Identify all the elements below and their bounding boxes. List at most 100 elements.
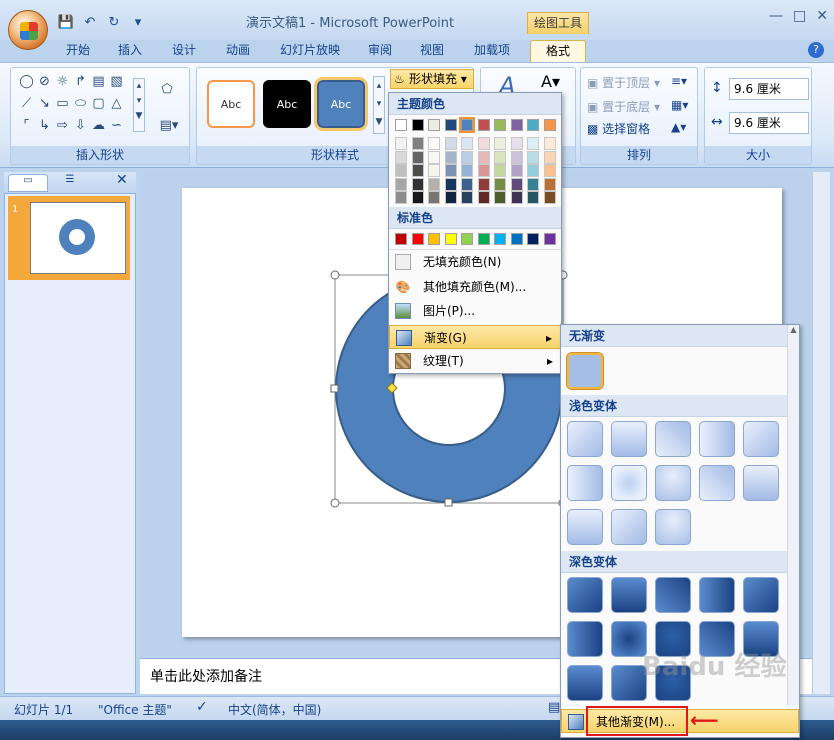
- theme-color-shade-swatch[interactable]: [461, 150, 473, 164]
- shapes-gallery-scroll[interactable]: ▴ ▾ ▼: [133, 78, 145, 132]
- theme-color-shade-swatch[interactable]: [494, 150, 506, 164]
- theme-color-swatch[interactable]: [395, 119, 407, 131]
- bring-to-front-button[interactable]: ▣ 置于顶层 ▾: [587, 74, 660, 91]
- theme-color-shade-swatch[interactable]: [395, 164, 407, 177]
- theme-color-shade-swatch[interactable]: [494, 164, 506, 177]
- gradient-dark-5[interactable]: [743, 577, 779, 613]
- theme-color-shade-swatch[interactable]: [411, 137, 424, 150]
- style-orange-outline[interactable]: Abc: [207, 80, 255, 128]
- gradient-light-5[interactable]: [743, 421, 779, 457]
- style-blue-fill[interactable]: Abc: [314, 77, 368, 131]
- gradient-light-6[interactable]: [567, 465, 603, 501]
- theme-color-shade-swatch[interactable]: [543, 150, 556, 164]
- theme-color-shade-swatch[interactable]: [444, 164, 457, 177]
- customize-qat-icon[interactable]: ▾: [128, 13, 148, 31]
- theme-color-shade-swatch[interactable]: [527, 164, 539, 177]
- theme-color-shade-swatch[interactable]: [428, 150, 440, 164]
- theme-color-shade-swatch[interactable]: [461, 137, 473, 150]
- theme-color-shade-swatch[interactable]: [444, 150, 457, 164]
- text-fill-icon[interactable]: A▾: [541, 72, 560, 91]
- textbox-insert-icon[interactable]: ▤▾: [157, 118, 181, 133]
- gradient-dark-2[interactable]: [611, 577, 647, 613]
- theme-color-shade-swatch[interactable]: [527, 137, 539, 150]
- theme-color-shade-swatch[interactable]: [428, 177, 440, 191]
- no-fill-item[interactable]: 无填充颜色(N): [389, 249, 561, 273]
- ellipse-shape-icon[interactable]: ⬭: [73, 96, 88, 111]
- elbow-arrow-shape-icon[interactable]: ↳: [37, 118, 52, 133]
- theme-color-shade-swatch[interactable]: [411, 177, 424, 191]
- styles-gallery-scroll[interactable]: ▴ ▾ ▼: [373, 76, 385, 134]
- maximize-icon[interactable]: □: [793, 8, 806, 24]
- theme-color-shade-swatch[interactable]: [428, 191, 440, 204]
- theme-color-swatch[interactable]: [527, 119, 539, 131]
- down-arrow-shape-icon[interactable]: ⇩: [73, 118, 88, 133]
- gradient-item[interactable]: 渐变(G) ▸: [389, 325, 561, 349]
- gradient-light-11[interactable]: [567, 509, 603, 545]
- theme-color-shade-swatch[interactable]: [510, 137, 523, 150]
- theme-color-swatch[interactable]: [444, 119, 457, 131]
- undo-icon[interactable]: ↶: [80, 13, 100, 31]
- theme-color-shade-swatch[interactable]: [494, 137, 506, 150]
- standard-color-swatch[interactable]: [477, 233, 490, 245]
- triangle-shape-icon[interactable]: △: [109, 96, 124, 111]
- rectangle-shape-icon[interactable]: ▭: [55, 96, 70, 111]
- theme-color-shade-swatch[interactable]: [428, 164, 440, 177]
- theme-color-shade-swatch[interactable]: [395, 137, 407, 150]
- office-button[interactable]: [8, 10, 48, 50]
- oval-shape-icon[interactable]: ◯: [19, 74, 34, 89]
- standard-color-swatch[interactable]: [461, 233, 473, 245]
- gradient-light-2[interactable]: [611, 421, 647, 457]
- vertical-scrollbar[interactable]: [812, 172, 830, 694]
- tab-review[interactable]: 审阅: [360, 40, 400, 62]
- tab-outline-icon[interactable]: ☰: [50, 174, 90, 192]
- standard-color-swatch[interactable]: [444, 233, 457, 245]
- help-icon[interactable]: ?: [808, 42, 824, 58]
- close-pane-icon[interactable]: ✕: [116, 172, 128, 188]
- gradient-light-3[interactable]: [655, 421, 691, 457]
- no-symbol-shape-icon[interactable]: ⊘: [37, 74, 52, 89]
- theme-color-shade-swatch[interactable]: [461, 191, 473, 204]
- theme-color-swatch[interactable]: [428, 119, 440, 131]
- theme-color-shade-swatch[interactable]: [411, 191, 424, 204]
- gradient-dark-1[interactable]: [567, 577, 603, 613]
- tab-animation[interactable]: 动画: [218, 40, 258, 62]
- normal-view-icon[interactable]: ▤: [548, 700, 560, 715]
- right-arrow-shape-icon[interactable]: ⇨: [55, 118, 70, 133]
- standard-color-swatch[interactable]: [395, 233, 407, 245]
- width-input[interactable]: 9.6 厘米: [729, 112, 809, 134]
- edit-shape-icon[interactable]: ⬠: [157, 82, 177, 97]
- gradient-submenu-scrollbar[interactable]: ▲: [787, 325, 799, 705]
- gradient-light-1[interactable]: [567, 421, 603, 457]
- theme-color-shade-swatch[interactable]: [411, 164, 424, 177]
- gradient-dark-3[interactable]: [655, 577, 691, 613]
- group-objects-icon[interactable]: ▦▾: [671, 98, 688, 112]
- theme-color-shade-swatch[interactable]: [444, 137, 457, 150]
- tab-home[interactable]: 开始: [58, 40, 98, 62]
- gradient-light-4[interactable]: [699, 421, 735, 457]
- standard-color-swatch[interactable]: [510, 233, 523, 245]
- theme-color-shade-swatch[interactable]: [477, 150, 490, 164]
- slide-thumbnail[interactable]: [30, 202, 126, 274]
- theme-color-shade-swatch[interactable]: [444, 191, 457, 204]
- style-black-fill[interactable]: Abc: [263, 80, 311, 128]
- gradient-light-10[interactable]: [743, 465, 779, 501]
- theme-color-shade-swatch[interactable]: [395, 177, 407, 191]
- gradient-light-8[interactable]: [655, 465, 691, 501]
- theme-color-shade-swatch[interactable]: [527, 150, 539, 164]
- theme-color-shade-swatch[interactable]: [477, 164, 490, 177]
- line-shape-icon[interactable]: ⟋: [19, 96, 34, 111]
- theme-color-shade-swatch[interactable]: [510, 150, 523, 164]
- theme-color-shade-swatch[interactable]: [543, 177, 556, 191]
- standard-color-swatch[interactable]: [428, 233, 440, 245]
- arrow-line-shape-icon[interactable]: ↘: [37, 96, 52, 111]
- rounded-rect-shape-icon[interactable]: ▢: [91, 96, 106, 111]
- elbow-connector-shape-icon[interactable]: ⌜: [19, 118, 34, 133]
- close-icon[interactable]: ✕: [816, 8, 828, 24]
- theme-color-shade-swatch[interactable]: [527, 191, 539, 204]
- sun-shape-icon[interactable]: ☼: [55, 74, 70, 89]
- picture-item[interactable]: 图片(P)...: [389, 299, 561, 323]
- rotate-icon[interactable]: ▲▾: [671, 120, 686, 134]
- more-fill-colors-item[interactable]: 🎨 其他填充颜色(M)...: [389, 275, 561, 299]
- gradient-light-12[interactable]: [611, 509, 647, 545]
- tab-format[interactable]: 格式: [530, 40, 586, 62]
